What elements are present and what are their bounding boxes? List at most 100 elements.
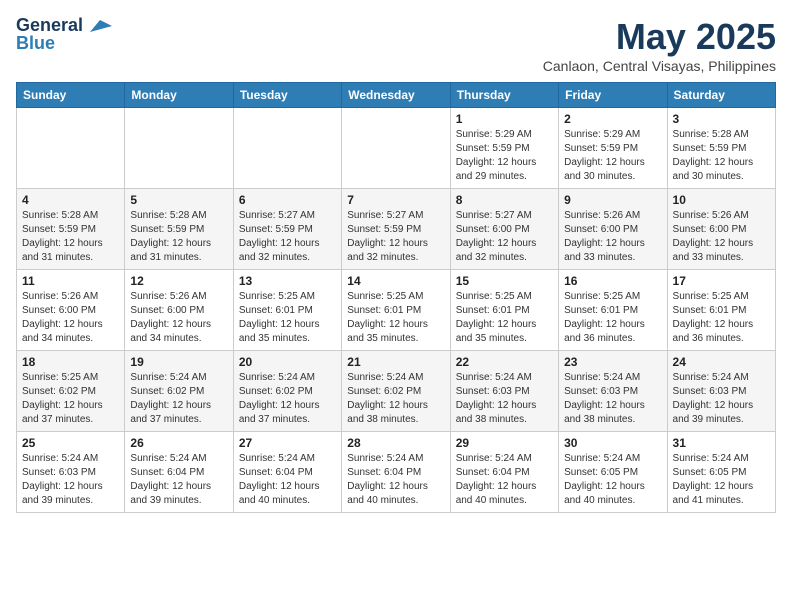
day-number: 23 (564, 355, 661, 369)
calendar-cell: 23 Sunrise: 5:24 AM Sunset: 6:03 PM Dayli… (559, 351, 667, 432)
weekday-friday: Friday (559, 83, 667, 108)
calendar-cell: 5 Sunrise: 5:28 AM Sunset: 5:59 PM Daylig… (125, 189, 233, 270)
weekday-saturday: Saturday (667, 83, 775, 108)
weekday-wednesday: Wednesday (342, 83, 450, 108)
day-info: Sunrise: 5:25 AM Sunset: 6:01 PM Dayligh… (456, 290, 553, 346)
day-number: 24 (673, 355, 770, 369)
calendar-cell: 10 Sunrise: 5:26 AM Sunset: 6:00 PM Dayli… (667, 189, 775, 270)
logo: General Blue (16, 16, 112, 54)
day-number: 6 (239, 193, 336, 207)
day-info: Sunrise: 5:26 AM Sunset: 6:00 PM Dayligh… (673, 209, 770, 265)
calendar-cell: 7 Sunrise: 5:27 AM Sunset: 5:59 PM Daylig… (342, 189, 450, 270)
calendar-cell: 19 Sunrise: 5:24 AM Sunset: 6:02 PM Dayli… (125, 351, 233, 432)
calendar-cell: 9Sunrise: 5:26 AM Sunset: 6:00 PM Daylig… (559, 189, 667, 270)
day-number: 21 (347, 355, 444, 369)
day-number: 29 (456, 436, 553, 450)
day-number: 1 (456, 112, 553, 126)
calendar-cell: 3 Sunrise: 5:28 AM Sunset: 5:59 PM Daylig… (667, 108, 775, 189)
day-number: 12 (130, 274, 227, 288)
day-number: 7 (347, 193, 444, 207)
day-number: 22 (456, 355, 553, 369)
day-number: 13 (239, 274, 336, 288)
day-number: 18 (22, 355, 119, 369)
day-number: 4 (22, 193, 119, 207)
day-number: 20 (239, 355, 336, 369)
day-number: 30 (564, 436, 661, 450)
day-number: 28 (347, 436, 444, 450)
calendar-cell: 14Sunrise: 5:25 AM Sunset: 6:01 PM Dayli… (342, 270, 450, 351)
calendar-cell: 17 Sunrise: 5:25 AM Sunset: 6:01 PM Dayli… (667, 270, 775, 351)
calendar-cell (17, 108, 125, 189)
day-number: 10 (673, 193, 770, 207)
day-number: 19 (130, 355, 227, 369)
day-info: Sunrise: 5:24 AM Sunset: 6:03 PM Dayligh… (564, 371, 661, 427)
location: Canlaon, Central Visayas, Philippines (543, 58, 776, 74)
day-info: Sunrise: 5:24 AM Sunset: 6:04 PM Dayligh… (130, 452, 227, 508)
day-info: Sunrise: 5:27 AM Sunset: 6:00 PM Dayligh… (456, 209, 553, 265)
page-header: General Blue May 2025 Canlaon, Central V… (16, 16, 776, 74)
day-info: Sunrise: 5:24 AM Sunset: 6:04 PM Dayligh… (347, 452, 444, 508)
day-info: Sunrise: 5:28 AM Sunset: 5:59 PM Dayligh… (22, 209, 119, 265)
weekday-monday: Monday (125, 83, 233, 108)
calendar-cell: 21 Sunrise: 5:24 AM Sunset: 6:02 PM Dayli… (342, 351, 450, 432)
logo-icon (90, 18, 112, 34)
day-info: Sunrise: 5:26 AM Sunset: 6:00 PM Dayligh… (130, 290, 227, 346)
day-info: Sunrise: 5:28 AM Sunset: 5:59 PM Dayligh… (673, 128, 770, 184)
week-row-5: 25 Sunrise: 5:24 AM Sunset: 6:03 PM Dayli… (17, 432, 776, 513)
day-number: 5 (130, 193, 227, 207)
day-info: Sunrise: 5:24 AM Sunset: 6:03 PM Dayligh… (22, 452, 119, 508)
calendar-cell: 13Sunrise: 5:25 AM Sunset: 6:01 PM Dayli… (233, 270, 341, 351)
day-number: 16 (564, 274, 661, 288)
day-info: Sunrise: 5:24 AM Sunset: 6:02 PM Dayligh… (347, 371, 444, 427)
day-number: 11 (22, 274, 119, 288)
calendar-cell: 1Sunrise: 5:29 AM Sunset: 5:59 PM Daylig… (450, 108, 558, 189)
calendar-cell: 20Sunrise: 5:24 AM Sunset: 6:02 PM Dayli… (233, 351, 341, 432)
day-info: Sunrise: 5:27 AM Sunset: 5:59 PM Dayligh… (239, 209, 336, 265)
weekday-sunday: Sunday (17, 83, 125, 108)
day-number: 25 (22, 436, 119, 450)
day-info: Sunrise: 5:25 AM Sunset: 6:01 PM Dayligh… (347, 290, 444, 346)
day-number: 27 (239, 436, 336, 450)
calendar-cell: 16 Sunrise: 5:25 AM Sunset: 6:01 PM Dayli… (559, 270, 667, 351)
calendar-cell: 27Sunrise: 5:24 AM Sunset: 6:04 PM Dayli… (233, 432, 341, 513)
week-row-2: 4 Sunrise: 5:28 AM Sunset: 5:59 PM Daylig… (17, 189, 776, 270)
day-info: Sunrise: 5:25 AM Sunset: 6:01 PM Dayligh… (564, 290, 661, 346)
day-info: Sunrise: 5:24 AM Sunset: 6:02 PM Dayligh… (130, 371, 227, 427)
day-info: Sunrise: 5:29 AM Sunset: 5:59 PM Dayligh… (564, 128, 661, 184)
calendar-cell (233, 108, 341, 189)
day-info: Sunrise: 5:25 AM Sunset: 6:02 PM Dayligh… (22, 371, 119, 427)
calendar-cell: 8 Sunrise: 5:27 AM Sunset: 6:00 PM Daylig… (450, 189, 558, 270)
calendar-cell: 28 Sunrise: 5:24 AM Sunset: 6:04 PM Dayli… (342, 432, 450, 513)
day-info: Sunrise: 5:24 AM Sunset: 6:05 PM Dayligh… (564, 452, 661, 508)
day-info: Sunrise: 5:25 AM Sunset: 6:01 PM Dayligh… (673, 290, 770, 346)
month-title: May 2025 (543, 16, 776, 58)
calendar-cell: 11Sunrise: 5:26 AM Sunset: 6:00 PM Dayli… (17, 270, 125, 351)
calendar-cell: 2 Sunrise: 5:29 AM Sunset: 5:59 PM Daylig… (559, 108, 667, 189)
day-number: 3 (673, 112, 770, 126)
calendar-cell: 22 Sunrise: 5:24 AM Sunset: 6:03 PM Dayli… (450, 351, 558, 432)
week-row-1: 1 Sunrise: 5:29 AM Sunset: 5:59 PM Daylig… (17, 108, 776, 189)
day-info: Sunrise: 5:26 AM Sunset: 6:00 PM Dayligh… (564, 209, 661, 265)
day-number: 17 (673, 274, 770, 288)
calendar-cell: 31Sunrise: 5:24 AM Sunset: 6:05 PM Dayli… (667, 432, 775, 513)
calendar-cell: 26Sunrise: 5:24 AM Sunset: 6:04 PM Dayli… (125, 432, 233, 513)
day-info: Sunrise: 5:24 AM Sunset: 6:05 PM Dayligh… (673, 452, 770, 508)
logo-blue-text: Blue (16, 34, 55, 54)
calendar-cell: 15 Sunrise: 5:25 AM Sunset: 6:01 PM Dayli… (450, 270, 558, 351)
day-info: Sunrise: 5:24 AM Sunset: 6:03 PM Dayligh… (673, 371, 770, 427)
calendar-cell: 30 Sunrise: 5:24 AM Sunset: 6:05 PM Dayli… (559, 432, 667, 513)
day-info: Sunrise: 5:27 AM Sunset: 5:59 PM Dayligh… (347, 209, 444, 265)
day-number: 2 (564, 112, 661, 126)
calendar-table: SundayMondayTuesdayWednesdayThursdayFrid… (16, 82, 776, 513)
calendar-cell: 4 Sunrise: 5:28 AM Sunset: 5:59 PM Daylig… (17, 189, 125, 270)
title-block: May 2025 Canlaon, Central Visayas, Phili… (543, 16, 776, 74)
day-info: Sunrise: 5:24 AM Sunset: 6:04 PM Dayligh… (456, 452, 553, 508)
calendar-cell: 6 Sunrise: 5:27 AM Sunset: 5:59 PM Daylig… (233, 189, 341, 270)
day-number: 15 (456, 274, 553, 288)
day-info: Sunrise: 5:28 AM Sunset: 5:59 PM Dayligh… (130, 209, 227, 265)
calendar-cell: 25 Sunrise: 5:24 AM Sunset: 6:03 PM Dayli… (17, 432, 125, 513)
week-row-3: 11 Sunrise: 5:26 AM Sunset: 6:00 PM Dayli… (17, 270, 776, 351)
day-number: 8 (456, 193, 553, 207)
day-info: Sunrise: 5:24 AM Sunset: 6:03 PM Dayligh… (456, 371, 553, 427)
weekday-header-row: SundayMondayTuesdayWednesdayThursdayFrid… (17, 83, 776, 108)
